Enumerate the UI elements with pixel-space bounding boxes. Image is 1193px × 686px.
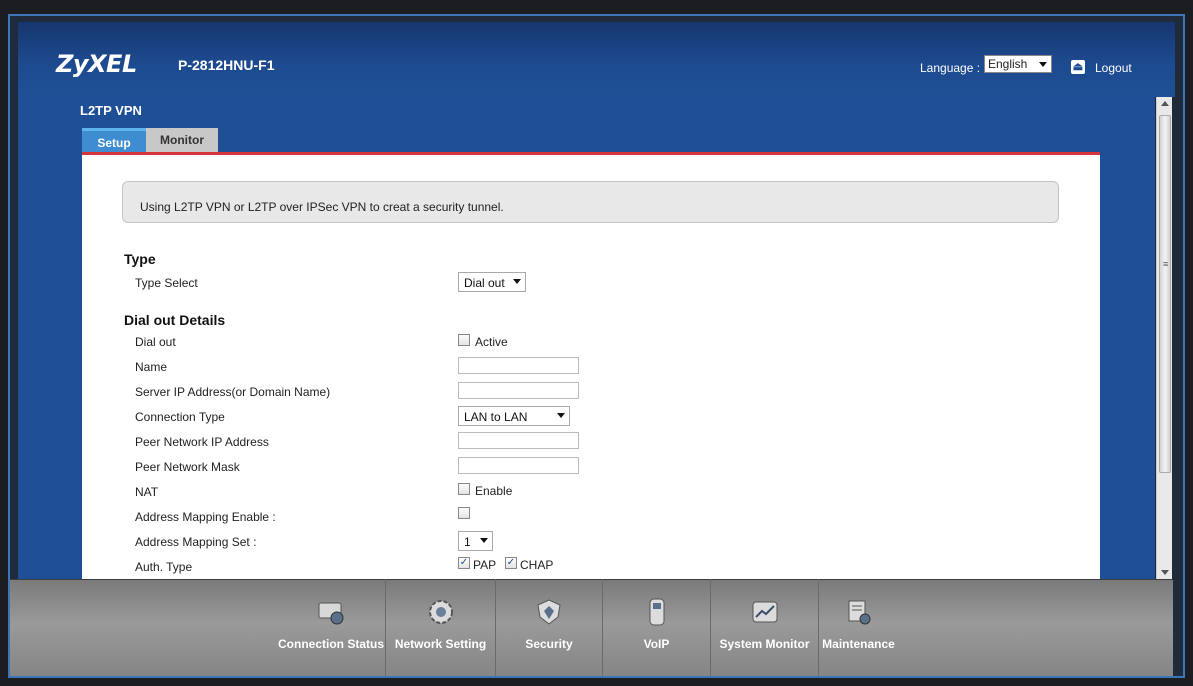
address-mapping-set-value: 1 [464,535,471,549]
connection-type-label: Connection Type [135,410,225,424]
nav-system-monitor[interactable]: System Monitor [710,579,818,676]
type-select-label: Type Select [135,276,198,290]
nav-label: Security [525,637,573,651]
maintenance-icon [848,600,870,625]
grip-icon: ≡ [1163,259,1169,269]
page-scrollbar[interactable]: ≡ [1156,97,1172,579]
logout-link[interactable]: Logout [1095,61,1132,75]
type-select-value: Dial out [464,276,505,290]
nav-voip[interactable]: VoIP [602,579,710,676]
brand-logo: ZyXEL [56,50,137,78]
peer-ip-label: Peer Network IP Address [135,435,269,449]
nat-enable-checkbox[interactable] [458,483,470,495]
chevron-down-icon [557,413,565,418]
address-mapping-set-label: Address Mapping Set : [135,535,257,549]
info-message: Using L2TP VPN or L2TP over IPSec VPN to… [122,181,1059,223]
nav-network-setting[interactable]: Network Setting [385,579,495,676]
nav-label: System Monitor [719,637,810,651]
language-label: Language : [920,61,981,75]
name-field[interactable] [458,357,579,374]
nav-label: Connection Status [278,637,385,651]
connection-type-select[interactable]: LAN to LAN [458,406,570,426]
nav-security[interactable]: Security [495,579,602,676]
peer-mask-field[interactable] [458,457,579,474]
tab-setup[interactable]: Setup [82,128,146,152]
nav-connection-status[interactable]: Connection Status [278,579,384,676]
peer-mask-label: Peer Network Mask [135,460,240,474]
auth-type-label: Auth. Type [135,560,193,574]
monitor-chart-icon [752,601,777,623]
language-value: English [988,57,1028,71]
nav-label: Network Setting [394,637,487,651]
section-type: Type [124,251,156,267]
active-label: Active [475,335,508,349]
scroll-up-arrow-icon[interactable] [1161,101,1169,106]
pap-checkbox[interactable]: ✓ [458,557,470,569]
address-mapping-enable-label: Address Mapping Enable : [135,510,276,524]
scroll-down-arrow-icon[interactable] [1161,570,1169,575]
logout-icon[interactable]: ⏏ [1071,60,1085,74]
nat-label: NAT [135,485,159,499]
chap-label: CHAP [520,558,554,572]
nav-maintenance[interactable]: Maintenance [818,579,898,676]
phone-icon [649,598,664,626]
shield-icon [537,599,561,625]
dial-out-label: Dial out [135,335,176,349]
pap-label: PAP [473,558,497,572]
address-mapping-enable-checkbox[interactable] [458,507,470,519]
nat-enable-label: Enable [475,484,513,498]
tab-monitor[interactable]: Monitor [146,128,218,152]
active-checkbox[interactable] [458,334,470,346]
language-select[interactable]: English [984,55,1052,73]
chevron-down-icon [1039,62,1047,67]
connection-status-icon [318,602,344,625]
chevron-down-icon [480,538,488,543]
chap-checkbox[interactable]: ✓ [505,557,517,569]
device-model: P-2812HNU-F1 [178,57,275,73]
connection-type-value: LAN to LAN [464,410,528,424]
type-select[interactable]: Dial out [458,272,526,292]
nav-label: Maintenance [822,637,895,651]
chevron-down-icon [513,279,521,284]
page-title: L2TP VPN [80,103,142,118]
gear-icon [428,600,453,624]
name-label: Name [135,360,168,374]
server-ip-label: Server IP Address(or Domain Name) [135,385,331,399]
scroll-thumb[interactable]: ≡ [1159,115,1171,473]
section-dial-out-details: Dial out Details [124,312,226,328]
server-ip-field[interactable] [458,382,579,399]
address-mapping-set-select[interactable]: 1 [458,531,493,551]
peer-ip-field[interactable] [458,432,579,449]
nav-label: VoIP [643,637,670,651]
